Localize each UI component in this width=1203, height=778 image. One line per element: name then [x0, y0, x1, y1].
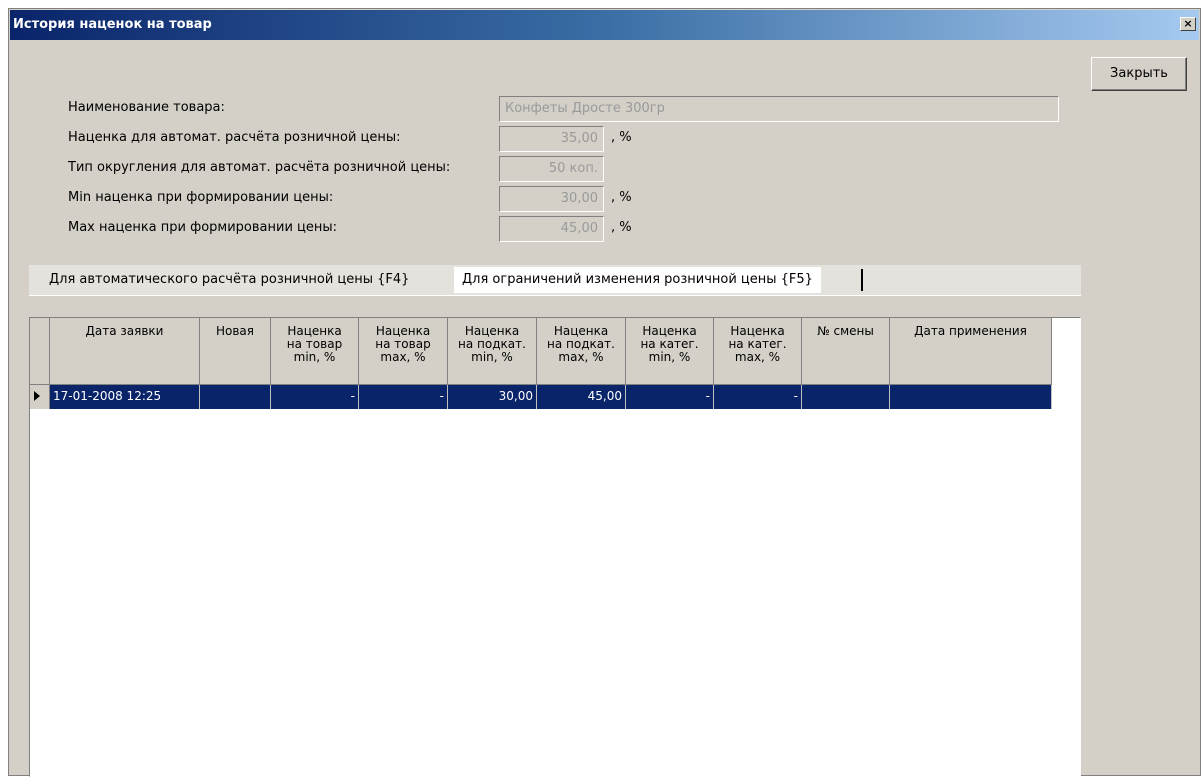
min-markup-field: 30,00	[499, 186, 604, 212]
table-cell-cat-max[interactable]: -	[714, 385, 802, 409]
dialog-window: История наценок на товар × Закрыть Наиме…	[8, 8, 1201, 777]
max-markup-unit: , %	[611, 220, 632, 235]
tab-divider	[861, 269, 863, 291]
max-markup-field: 45,00	[499, 216, 604, 242]
table-cell-product-min[interactable]: -	[271, 385, 359, 409]
column-header-cat-max[interactable]: Наценка на катег. max, %	[714, 318, 802, 385]
column-header-subcat-min[interactable]: Наценка на подкат. min, %	[448, 318, 537, 385]
column-header-subcat-max[interactable]: Наценка на подкат. max, %	[537, 318, 626, 385]
table-cell-shift-number[interactable]	[802, 385, 890, 409]
tab-price-limits[interactable]: Для ограничений изменения розничной цены…	[454, 267, 821, 293]
rounding-label: Тип округления для автомат. расчёта розн…	[68, 160, 451, 175]
field-row-rounding: Тип округления для автомат. расчёта розн…	[36, 156, 736, 182]
window-title: История наценок на товар	[13, 17, 212, 32]
auto-markup-unit: , %	[611, 130, 632, 145]
column-header-request-date[interactable]: Дата заявки	[50, 318, 200, 385]
row-indicator[interactable]	[30, 385, 50, 409]
markup-history-table[interactable]: Дата заявки Новая Наценка на товар min, …	[29, 317, 1081, 777]
row-indicator-header	[30, 318, 50, 385]
product-name-field: Конфеты Дросте 300гр	[499, 96, 1059, 122]
field-row-auto-markup: Наценка для автомат. расчёта розничной ц…	[36, 126, 736, 152]
field-row-min-markup: Min наценка при формировании цены: 30,00…	[36, 186, 736, 212]
auto-markup-label: Наценка для автомат. расчёта розничной ц…	[68, 130, 401, 145]
tab-strip: Для автоматического расчёта розничной це…	[29, 265, 1081, 296]
table-cell-product-max[interactable]: -	[359, 385, 448, 409]
table-cell-new[interactable]	[200, 385, 271, 409]
auto-markup-field: 35,00	[499, 126, 604, 152]
title-bar[interactable]: История наценок на товар ×	[10, 10, 1199, 40]
product-name-label: Наименование товара:	[68, 100, 225, 115]
column-header-product-min[interactable]: Наценка на товар min, %	[271, 318, 359, 385]
min-markup-label: Min наценка при формировании цены:	[68, 190, 334, 205]
rounding-field: 50 коп.	[499, 156, 604, 182]
min-markup-unit: , %	[611, 190, 632, 205]
field-row-name: Наименование товара: Конфеты Дросте 300г…	[36, 96, 1066, 122]
max-markup-label: Max наценка при формировании цены:	[68, 220, 338, 235]
table-cell-cat-min[interactable]: -	[626, 385, 714, 409]
table-cell-request-date[interactable]: 17-01-2008 12:25	[50, 385, 200, 409]
close-button[interactable]: Закрыть	[1091, 57, 1187, 91]
table-cell-subcat-min[interactable]: 30,00	[448, 385, 537, 409]
column-header-product-max[interactable]: Наценка на товар max, %	[359, 318, 448, 385]
column-header-shift-number[interactable]: № смены	[802, 318, 890, 385]
triangle-right-icon	[34, 391, 40, 401]
table-cell-subcat-max[interactable]: 45,00	[537, 385, 626, 409]
close-icon[interactable]: ×	[1180, 17, 1196, 31]
tab-auto-calc[interactable]: Для автоматического расчёта розничной це…	[41, 267, 417, 293]
field-row-max-markup: Max наценка при формировании цены: 45,00…	[36, 216, 736, 242]
column-header-new[interactable]: Новая	[200, 318, 271, 385]
column-header-cat-min[interactable]: Наценка на катег. min, %	[626, 318, 714, 385]
table-cell-apply-date[interactable]	[890, 385, 1052, 409]
column-header-apply-date[interactable]: Дата применения	[890, 318, 1052, 385]
